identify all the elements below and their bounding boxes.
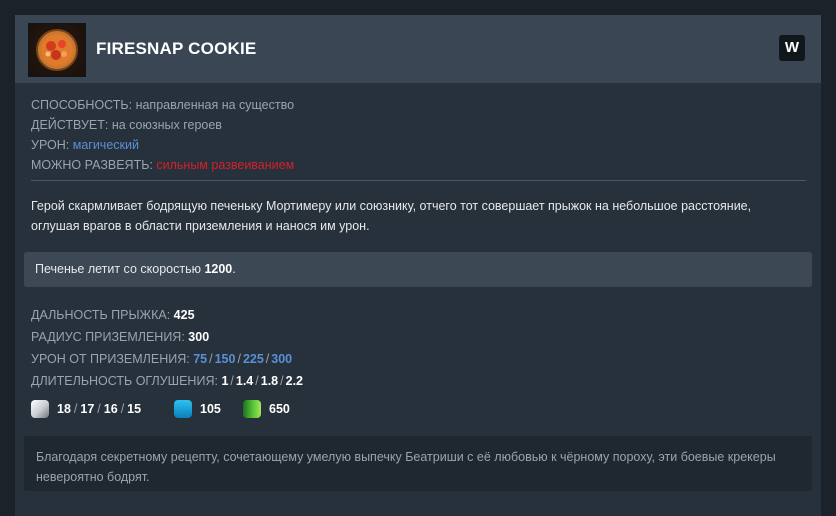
stat-value: 2.2 xyxy=(285,374,304,388)
divider xyxy=(31,180,806,181)
cooldown-icon xyxy=(31,400,49,418)
stat-value: 425 xyxy=(173,308,195,322)
ability-tooltip: FIRESNAP COOKIE W СПОСОБНОСТЬ: направлен… xyxy=(15,15,821,516)
cooldown-value: 17 xyxy=(80,402,95,416)
stat-row-landing-damage: УРОН ОТ ПРИЗЕМЛЕНИЯ: 75/150/225/300 xyxy=(31,352,293,366)
stat-row-jump-range: ДАЛЬНОСТЬ ПРЫЖКА: 425 xyxy=(31,304,303,326)
cooldown-value: 15 xyxy=(127,402,142,416)
property-value: на союзных героев xyxy=(111,118,222,132)
mana-value: 105 xyxy=(200,402,221,416)
ability-header: FIRESNAP COOKIE W xyxy=(15,15,821,83)
property-label: ДЕЙСТВУЕТ: xyxy=(31,118,109,132)
stat-row-stun-duration: ДЛИТЕЛЬНОСТЬ ОГЛУШЕНИЯ: 1/1.4/1.8/2.2 xyxy=(31,374,304,388)
mana-icon xyxy=(174,400,192,418)
ability-stats: ДАЛЬНОСТЬ ПРЫЖКА: 425 РАДИУС ПРИЗЕМЛЕНИЯ… xyxy=(31,304,303,392)
hotkey-badge: W xyxy=(779,35,805,61)
stat-value: 225 xyxy=(242,352,264,366)
stat-label: РАДИУС ПРИЗЕМЛЕНИЯ: xyxy=(31,330,185,344)
dispel-value: сильным развеиванием xyxy=(156,158,295,172)
ability-note: Печенье летит со скоростью 1200. xyxy=(24,252,812,287)
property-row-ability: СПОСОБНОСТЬ: направленная на существо xyxy=(31,95,294,115)
ability-title: FIRESNAP COOKIE xyxy=(96,39,257,58)
stat-value: 150 xyxy=(214,352,236,366)
firesnap-cookie-icon xyxy=(28,23,86,77)
lore-text: Благодаря секретному рецепту, сочетающем… xyxy=(36,450,776,484)
property-label: СПОСОБНОСТЬ: xyxy=(31,98,133,112)
stat-label: ДЛИТЕЛЬНОСТЬ ОГЛУШЕНИЯ: xyxy=(31,374,218,388)
stat-value: 75 xyxy=(193,352,208,366)
note-value: 1200 xyxy=(204,262,233,276)
property-row-damage: УРОН: магический xyxy=(31,135,294,155)
cooldown-value: 16 xyxy=(103,402,118,416)
stat-value: 1.4 xyxy=(235,374,254,388)
property-label: МОЖНО РАЗВЕЯТЬ: xyxy=(31,158,153,172)
damage-type-value: магический xyxy=(72,138,139,152)
ability-properties: СПОСОБНОСТЬ: направленная на существо ДЕ… xyxy=(31,95,294,175)
gold-icon xyxy=(243,400,261,418)
property-label: УРОН: xyxy=(31,138,70,152)
property-value: направленная на существо xyxy=(135,98,295,112)
stat-label: ДАЛЬНОСТЬ ПРЫЖКА: xyxy=(31,308,171,322)
property-row-dispel: МОЖНО РАЗВЕЯТЬ: сильным развеиванием xyxy=(31,155,294,175)
ability-lore: Благодаря секретному рецепту, сочетающем… xyxy=(24,436,812,491)
stat-value: 300 xyxy=(271,352,293,366)
ability-description: Герой скармливает бодрящую печеньку Морт… xyxy=(31,199,752,233)
stat-row-landing-radius: РАДИУС ПРИЗЕМЛЕНИЯ: 300 xyxy=(31,326,303,348)
stat-value: 1.8 xyxy=(260,374,279,388)
note-suffix: . xyxy=(232,262,236,276)
cooldown-values: 18/17/16/15 xyxy=(57,402,142,416)
note-text: Печенье летит со скоростью 1200. xyxy=(35,262,236,276)
note-label: Печенье летит со скоростью xyxy=(35,262,201,276)
gold-value: 650 xyxy=(269,402,290,416)
property-row-affects: ДЕЙСТВУЕТ: на союзных героев xyxy=(31,115,294,135)
stat-value: 300 xyxy=(188,330,210,344)
stat-label: УРОН ОТ ПРИЗЕМЛЕНИЯ: xyxy=(31,352,190,366)
cooldown-value: 18 xyxy=(57,402,71,416)
